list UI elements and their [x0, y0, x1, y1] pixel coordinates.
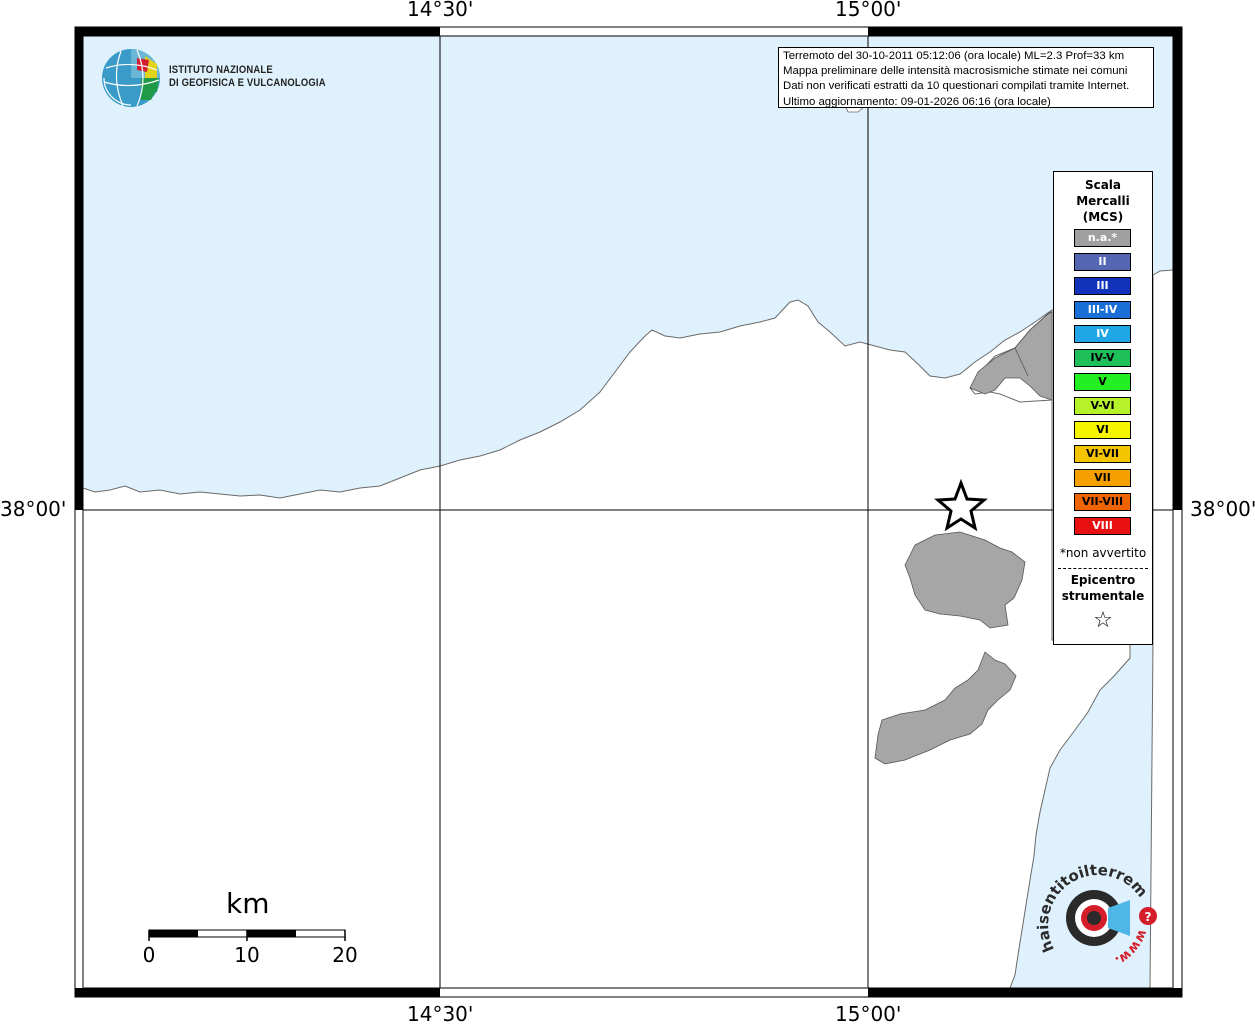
lon-label-bottom-2: 15°00' [835, 1002, 902, 1026]
legend-item: V-VI [1074, 397, 1131, 415]
info-line-data: Dati non verificati estratti da 10 quest… [783, 80, 1130, 93]
ingv-line-1: ISTITUTO NAZIONALE [169, 64, 273, 76]
scale-tick-20: 20 [332, 943, 358, 967]
lon-label-top-1: 14°30' [407, 0, 474, 21]
legend-epicentre: Epicentro strumentale [1054, 572, 1152, 604]
legend-title-line-2: Mercalli [1076, 194, 1130, 208]
legend-item: III [1074, 277, 1131, 295]
legend-epicentre-line-1: Epicentro [1070, 573, 1136, 587]
badge-text-www: www. [1112, 927, 1150, 968]
legend-item: VII-VIII [1074, 493, 1131, 511]
legend-separator [1058, 568, 1148, 569]
legend-item: III-IV [1074, 301, 1131, 319]
legend-epicentre-line-2: strumentale [1061, 589, 1145, 603]
scale-tick-0: 0 [142, 943, 156, 967]
legend-item: V [1074, 373, 1131, 391]
lon-label-top-2: 15°00' [835, 0, 902, 21]
legend-item: II [1074, 253, 1131, 271]
legend-note: *non avvertito [1059, 546, 1147, 560]
info-line-map: Mappa preliminare delle intensità macros… [783, 65, 1128, 78]
legend-star-icon: ☆ [1093, 608, 1113, 633]
ingv-logo-text: ISTITUTO NAZIONALE DI GEOFISICA E VULCAN… [169, 64, 326, 90]
legend-title: Scala Mercalli (MCS) [1054, 177, 1152, 225]
scale-tick-10: 10 [234, 943, 260, 967]
lat-label-left: 38°00' [0, 497, 67, 521]
legend-title-line-1: Scala [1084, 178, 1122, 192]
ingv-logo-icon [102, 49, 160, 107]
lat-label-right: 38°00' [1190, 497, 1255, 521]
legend-item: IV-V [1074, 349, 1131, 367]
svg-text:www.: www. [1112, 927, 1150, 968]
scale-unit: km [226, 887, 270, 920]
legend-item: VIII [1074, 517, 1131, 535]
info-line-event: Terremoto del 30-10-2011 05:12:06 (ora l… [783, 50, 1125, 62]
legend-item: VI-VII [1074, 445, 1131, 463]
lon-label-bottom-1: 14°30' [407, 1002, 474, 1026]
legend-item: VI [1074, 421, 1131, 439]
legend-item: VII [1074, 469, 1131, 487]
info-line-updated: Ultimo aggiornamento: 09-01-2026 06:16 (… [783, 95, 1051, 108]
ingv-line-2: DI GEOFISICA E VULCANOLOGIA [169, 77, 326, 89]
mcs-legend: Scala Mercalli (MCS) n.a.* II III III-IV IV I… [1053, 171, 1153, 645]
legend-title-line-3: (MCS) [1082, 210, 1124, 224]
badge-qmark: ? [1145, 910, 1152, 924]
legend-item: IV [1074, 325, 1131, 343]
legend-items: n.a.* II III III-IV IV IV-V V V-VI VI VI-VII VII VI… [1074, 229, 1131, 541]
haisentito-badge-icon: ? haisentitoilterremoto.it www. [1036, 856, 1157, 968]
badge-text-it: .it [1036, 856, 1040, 860]
legend-item: n.a.* [1074, 229, 1131, 247]
event-info-box: Terremoto del 30-10-2011 05:12:06 (ora l… [778, 47, 1154, 108]
